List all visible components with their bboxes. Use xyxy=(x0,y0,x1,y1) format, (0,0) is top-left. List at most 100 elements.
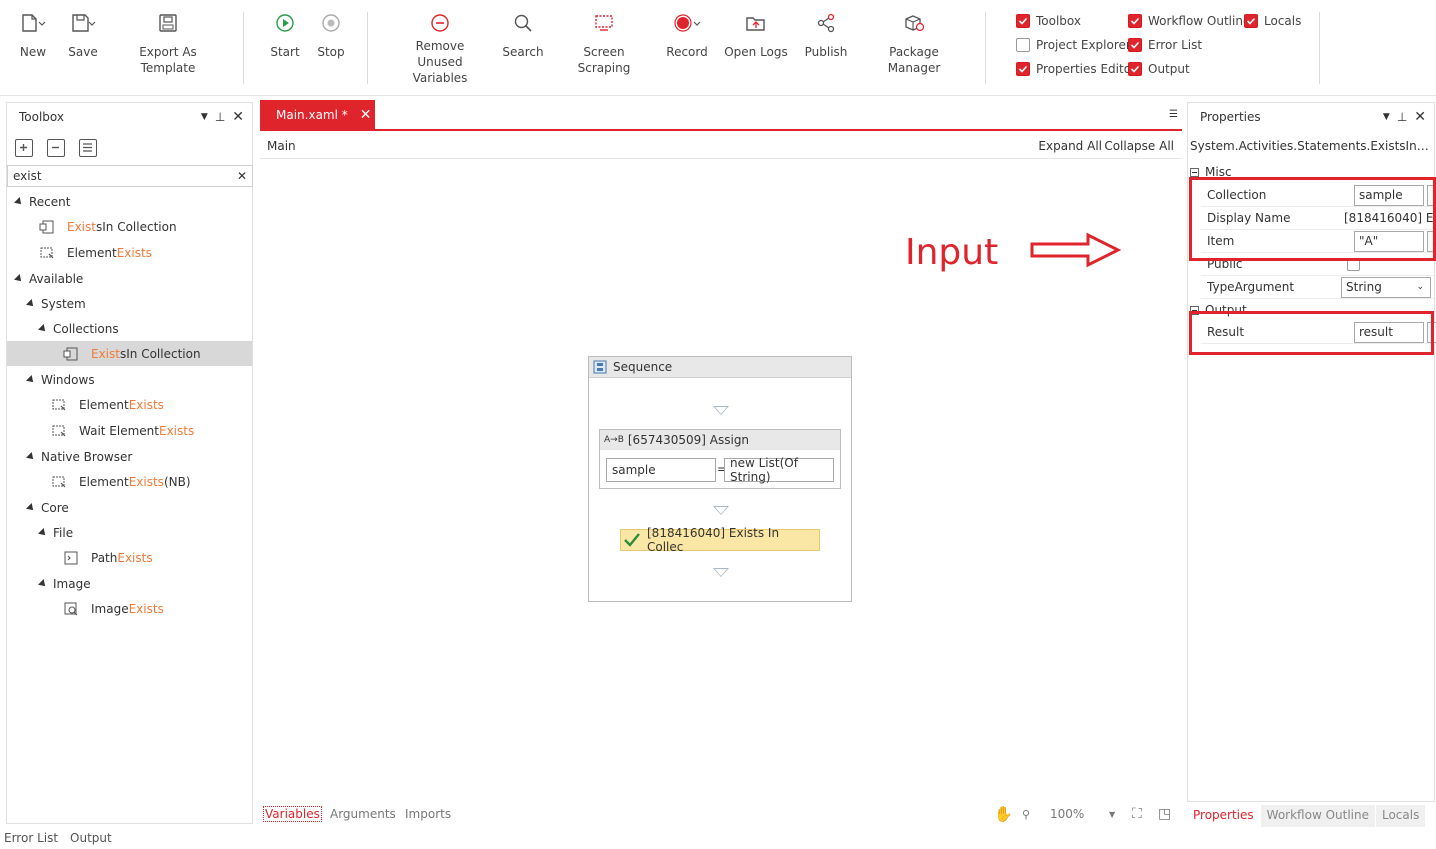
tab-locals[interactable]: Locals xyxy=(1375,805,1426,827)
package-manager-label: Package Manager xyxy=(887,45,941,75)
workflow-outline-checkbox[interactable]: Workflow Outline xyxy=(1128,12,1250,30)
folder-open-icon xyxy=(724,10,788,36)
save-button[interactable]: Save xyxy=(66,10,100,60)
properties-editor-checkbox[interactable]: Properties Editor xyxy=(1016,60,1136,78)
tree-item-path-exists[interactable]: Path Exist s xyxy=(63,547,153,569)
element-exists-icon xyxy=(51,423,67,439)
close-icon[interactable]: ✕ xyxy=(1414,109,1426,125)
collapse-all-link[interactable]: Collapse All xyxy=(1104,139,1174,153)
imports-tab[interactable]: Imports xyxy=(405,807,451,821)
list-view-icon[interactable] xyxy=(79,139,97,157)
expanded-arrow-icon xyxy=(38,579,48,589)
pin-icon[interactable]: ⊥ xyxy=(1397,110,1407,124)
property-value: String xyxy=(1346,280,1382,294)
export-template-button[interactable]: Export As Template xyxy=(114,10,222,76)
tree-item-element-exists-nb[interactable]: Element Exist s (NB) xyxy=(51,471,191,493)
project-explorer-checkbox-label: Project Explorer xyxy=(1036,38,1131,52)
tab-workflow-outline[interactable]: Workflow Outline xyxy=(1260,805,1375,827)
publish-button[interactable]: Publish xyxy=(804,10,848,60)
highlight-text: s xyxy=(145,246,152,260)
error-list-checkbox[interactable]: Error List xyxy=(1128,36,1202,54)
tree-group-system[interactable]: System xyxy=(26,293,86,315)
type-argument-select[interactable]: String ⌄ xyxy=(1341,276,1431,298)
zoom-dropdown-icon[interactable]: ▼ xyxy=(1109,810,1115,819)
error-list-tab[interactable]: Error List xyxy=(4,831,58,845)
tree-group-native-browser[interactable]: Native Browser xyxy=(26,446,132,468)
locals-checkbox[interactable]: Locals xyxy=(1244,12,1301,30)
screen-scraping-button[interactable]: Screen Scraping xyxy=(558,10,650,76)
label-text: (NB) xyxy=(163,475,191,489)
dropdown-arrow-icon[interactable]: ▼ xyxy=(1383,112,1390,122)
output-checkbox[interactable]: Output xyxy=(1128,60,1190,78)
zoom-level[interactable]: 100% xyxy=(1050,807,1084,821)
label-text: In Collection xyxy=(126,347,201,361)
tree-group-label: System xyxy=(41,297,86,311)
start-button[interactable]: Start xyxy=(268,10,302,60)
remove-unused-variables-button[interactable]: Remove Unused Variables xyxy=(392,10,488,86)
tree-group-windows[interactable]: Windows xyxy=(26,369,95,391)
screen-scraping-label: Screen Scraping xyxy=(577,45,631,75)
assign-to-field[interactable]: sample xyxy=(606,458,716,482)
open-logs-button[interactable]: Open Logs xyxy=(724,10,788,60)
dropdown-arrow-icon[interactable]: ▼ xyxy=(201,112,208,122)
assign-value-field[interactable]: new List(Of String) xyxy=(724,456,834,484)
arguments-tab[interactable]: Arguments xyxy=(330,807,396,821)
checkmark-icon xyxy=(1016,14,1030,28)
properties-panel: Properties ▼ ⊥ ✕ System.Activities.State… xyxy=(1187,102,1436,802)
close-icon[interactable]: ✕ xyxy=(232,109,244,125)
output-checkbox-label: Output xyxy=(1148,62,1190,76)
record-icon xyxy=(666,10,708,36)
exists-in-collection-activity[interactable]: [818416040] Exists In Collec xyxy=(620,526,820,554)
tree-group-available[interactable]: Available xyxy=(14,268,83,290)
tab-main-xaml[interactable]: Main.xaml * ✕ xyxy=(260,100,375,130)
search-label: Search xyxy=(502,45,544,59)
tab-overflow-icon[interactable]: ☰ xyxy=(1169,109,1178,120)
assign-activity[interactable]: A→B [657430509] Assign sample = new List… xyxy=(599,429,841,489)
tab-properties[interactable]: Properties xyxy=(1187,805,1260,827)
tree-group-file[interactable]: File xyxy=(38,522,73,544)
tree-item-image-exists[interactable]: Image Exist s xyxy=(63,598,164,620)
highlight-text: Exist xyxy=(128,602,158,616)
tree-group-recent[interactable]: Recent xyxy=(14,191,70,213)
new-button[interactable]: New xyxy=(16,10,50,60)
toolbox-checkbox[interactable]: Toolbox xyxy=(1016,12,1081,30)
search-icon xyxy=(502,10,544,36)
variables-tab[interactable]: Variables xyxy=(263,806,322,822)
breadcrumb[interactable]: Main xyxy=(267,139,296,153)
tree-item-exists-in-collection-recent[interactable]: Exist s In Collection xyxy=(39,216,177,238)
package-manager-button[interactable]: Package Manager xyxy=(864,10,964,76)
checkmark-icon xyxy=(1128,62,1142,76)
drop-target-arrow-icon[interactable] xyxy=(713,406,729,415)
clear-search-icon[interactable]: ✕ xyxy=(237,169,247,183)
zoom-icon[interactable]: ⚲ xyxy=(1022,808,1030,821)
fit-to-screen-icon[interactable]: ⛶ xyxy=(1132,806,1142,822)
sequence-activity[interactable]: Sequence A→B [657430509] Assign sample =… xyxy=(588,356,852,602)
tree-item-element-exists-recent[interactable]: Element Exist s xyxy=(39,242,152,264)
output-tab[interactable]: Output xyxy=(70,831,112,845)
toolbox-header: Toolbox ▼ ⊥ ✕ xyxy=(7,103,252,131)
collapse-all-icon[interactable] xyxy=(47,139,65,157)
search-button[interactable]: Search xyxy=(502,10,544,60)
drop-target-arrow-icon[interactable] xyxy=(713,568,729,577)
tree-group-collections[interactable]: Collections xyxy=(38,318,119,340)
pin-icon[interactable]: ⊥ xyxy=(215,110,225,124)
overview-icon[interactable]: ◳ xyxy=(1158,806,1171,822)
tree-item-wait-element-exists[interactable]: Wait Element Exist s xyxy=(51,420,194,442)
screen-scraping-icon xyxy=(558,10,650,36)
expand-all-link[interactable]: Expand All xyxy=(1038,139,1102,153)
tree-group-image[interactable]: Image xyxy=(38,573,91,595)
drop-target-arrow-icon[interactable] xyxy=(713,506,729,515)
ribbon: New Save Export As Template Start Stop R… xyxy=(0,0,1436,96)
project-explorer-checkbox[interactable]: Project Explorer xyxy=(1016,36,1131,54)
tree-item-exists-in-collection[interactable]: Exist s In Collection xyxy=(63,343,201,365)
hand-pan-icon[interactable]: ✋ xyxy=(994,805,1013,823)
expand-all-icon[interactable] xyxy=(15,139,33,157)
toolbox-search-input[interactable]: exist ✕ xyxy=(7,165,253,187)
record-button[interactable]: Record xyxy=(666,10,708,60)
tree-item-element-exists[interactable]: Element Exist s xyxy=(51,394,164,416)
tree-group-core[interactable]: Core xyxy=(26,497,69,519)
stop-button[interactable]: Stop xyxy=(314,10,348,60)
input-highlight-box xyxy=(1189,177,1436,261)
document-tab-bar: Main.xaml * ✕ ☰ xyxy=(260,100,1182,131)
close-tab-icon[interactable]: ✕ xyxy=(360,107,372,123)
